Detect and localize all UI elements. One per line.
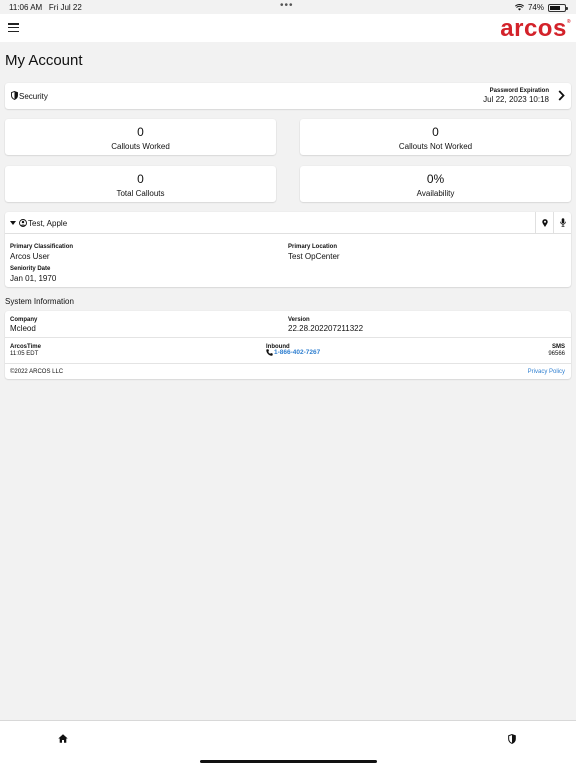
- system-information-heading: System Information: [5, 297, 74, 306]
- stat-label: Callouts Worked: [111, 142, 170, 151]
- stat-value: 0%: [426, 172, 445, 186]
- divider: [5, 337, 571, 338]
- security-label: Security: [19, 92, 48, 101]
- stat-callouts-not-worked[interactable]: 0 Callouts Not Worked: [300, 119, 571, 155]
- profile-header[interactable]: Test, Apple: [5, 212, 571, 234]
- stat-value: 0: [137, 172, 144, 186]
- primary-classification-value: Arcos User: [10, 252, 50, 261]
- microphone-button[interactable]: [553, 212, 571, 234]
- system-information-card: Company Mcleod Version 22.28.20220721132…: [5, 311, 571, 379]
- shield-icon: [11, 91, 18, 100]
- password-expiration-title: Password Expiration: [489, 88, 549, 94]
- microphone-icon: [560, 218, 566, 227]
- primary-location-title: Primary Location: [288, 244, 338, 250]
- primary-location-value: Test OpCenter: [288, 252, 340, 261]
- multitask-dots-icon[interactable]: •••: [280, 0, 294, 11]
- top-bar: arcos®: [0, 14, 576, 42]
- divider: [5, 363, 571, 364]
- seniority-date-value: Jan 01, 1970: [10, 274, 57, 283]
- primary-classification-title: Primary Classification: [10, 244, 74, 250]
- version-value: 22.28.202207211322: [288, 324, 364, 333]
- arcostime-title: ArcosTime: [10, 344, 41, 350]
- status-bar: 11:06 AM Fri Jul 22 ••• 74%: [0, 0, 576, 14]
- company-value: Mcleod: [10, 324, 36, 333]
- arcostime-value: 11:05 EDT: [10, 351, 39, 357]
- version-title: Version: [288, 317, 310, 323]
- security-row[interactable]: Security Password Expiration Jul 22, 202…: [5, 83, 571, 109]
- home-icon[interactable]: [58, 734, 68, 743]
- password-expiration-date: Jul 22, 2023 10:18: [483, 95, 549, 104]
- inbound-phone-link[interactable]: 1-866-402-7267: [274, 349, 320, 356]
- stat-label: Callouts Not Worked: [398, 142, 473, 151]
- phone-icon: [266, 349, 273, 356]
- chevron-right-icon: [558, 90, 565, 101]
- status-right: 74%: [514, 3, 568, 12]
- status-time: 11:06 AM Fri Jul 22: [9, 3, 82, 12]
- page-title: My Account: [5, 52, 83, 69]
- sms-value: 96566: [548, 351, 565, 357]
- stat-label: Availability: [416, 189, 455, 198]
- user-circle-icon: [19, 219, 27, 227]
- stat-label: Total Callouts: [116, 189, 165, 198]
- sms-title: SMS: [551, 344, 565, 350]
- stat-value: 0: [137, 125, 144, 139]
- caret-down-icon[interactable]: [10, 221, 16, 225]
- wifi-icon: [514, 4, 524, 11]
- battery-percent: 74%: [527, 3, 544, 12]
- privacy-policy-link[interactable]: Privacy Policy: [528, 369, 565, 375]
- location-pin-button[interactable]: [535, 212, 553, 234]
- stat-availability[interactable]: 0% Availability: [300, 166, 571, 202]
- location-pin-icon: [542, 219, 548, 227]
- profile-card: Test, Apple Primary Classification Arcos…: [5, 212, 571, 287]
- seniority-date-title: Seniority Date: [10, 266, 51, 272]
- menu-icon[interactable]: [8, 23, 19, 33]
- stat-value: 0: [432, 125, 439, 139]
- stat-total-callouts[interactable]: 0 Total Callouts: [5, 166, 276, 202]
- stat-callouts-worked[interactable]: 0 Callouts Worked: [5, 119, 276, 155]
- home-indicator[interactable]: [200, 760, 377, 763]
- company-title: Company: [10, 317, 38, 323]
- shield-icon[interactable]: [508, 734, 516, 744]
- arcos-logo: arcos®: [500, 15, 571, 42]
- battery-icon: [548, 3, 568, 12]
- profile-name: Test, Apple: [28, 219, 68, 228]
- copyright-text: ©2022 ARCOS LLC: [10, 369, 64, 375]
